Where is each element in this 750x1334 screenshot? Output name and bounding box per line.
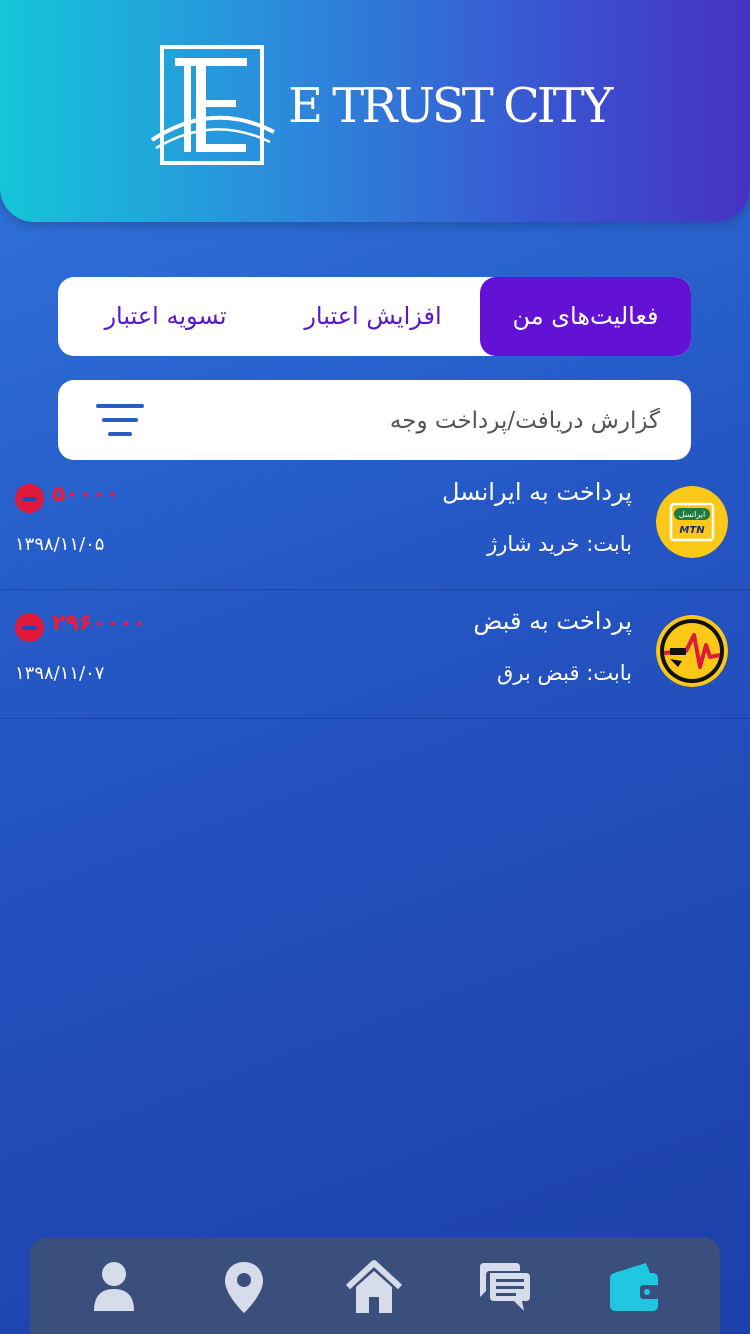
- brand-name: E TRUST CITY: [288, 78, 613, 134]
- home-icon[interactable]: [346, 1259, 402, 1315]
- tab-bar: تسویه اعتبار افزایش اعتبار فعالیت‌های من: [58, 277, 691, 356]
- irancell-logo-icon: ایرانسل MTN: [656, 486, 728, 558]
- transaction-title: پرداخت به ایرانسل: [441, 478, 632, 506]
- transaction-date: ۱۳۹۸/۱۱/۰۷: [15, 663, 105, 684]
- app-header: E TRUST CITY: [0, 0, 750, 222]
- svg-text:ایرانسل: ایرانسل: [679, 510, 706, 519]
- transaction-subtitle: بابت: خرید شارژ: [487, 532, 632, 556]
- wallet-icon[interactable]: [606, 1259, 662, 1315]
- transaction-amount: ۵۰۰۰۰: [52, 482, 120, 507]
- transaction-date: ۱۳۹۸/۱۱/۰۵: [15, 534, 105, 555]
- filter-icon[interactable]: [94, 402, 146, 438]
- minus-circle-icon: [15, 613, 44, 642]
- transaction-row[interactable]: پرداخت به قبض بابت: قبض برق ۲۹۶۰۰۰۰ ۱۳۹۸…: [0, 589, 750, 719]
- tab-my-activities[interactable]: فعالیت‌های من: [480, 277, 691, 356]
- search-input[interactable]: [168, 380, 662, 462]
- tab-settle-credit[interactable]: تسویه اعتبار: [58, 277, 273, 356]
- electricity-logo-icon: [656, 615, 728, 687]
- transaction-subtitle: بابت: قبض برق: [497, 661, 632, 685]
- transaction-row[interactable]: ایرانسل MTN پرداخت به ایرانسل بابت: خرید…: [0, 460, 750, 590]
- svg-text:MTN: MTN: [679, 525, 705, 536]
- bottom-nav: [30, 1237, 720, 1334]
- location-pin-icon[interactable]: [216, 1259, 272, 1315]
- tab-increase-credit[interactable]: افزایش اعتبار: [273, 277, 473, 356]
- search-bar: [58, 380, 691, 462]
- chat-icon[interactable]: [476, 1259, 532, 1315]
- etrust-logo-icon: [150, 45, 275, 165]
- minus-circle-icon: [15, 484, 44, 513]
- user-icon[interactable]: [86, 1259, 142, 1315]
- transaction-title: پرداخت به قبض: [473, 607, 632, 635]
- transaction-amount: ۲۹۶۰۰۰۰: [52, 611, 146, 636]
